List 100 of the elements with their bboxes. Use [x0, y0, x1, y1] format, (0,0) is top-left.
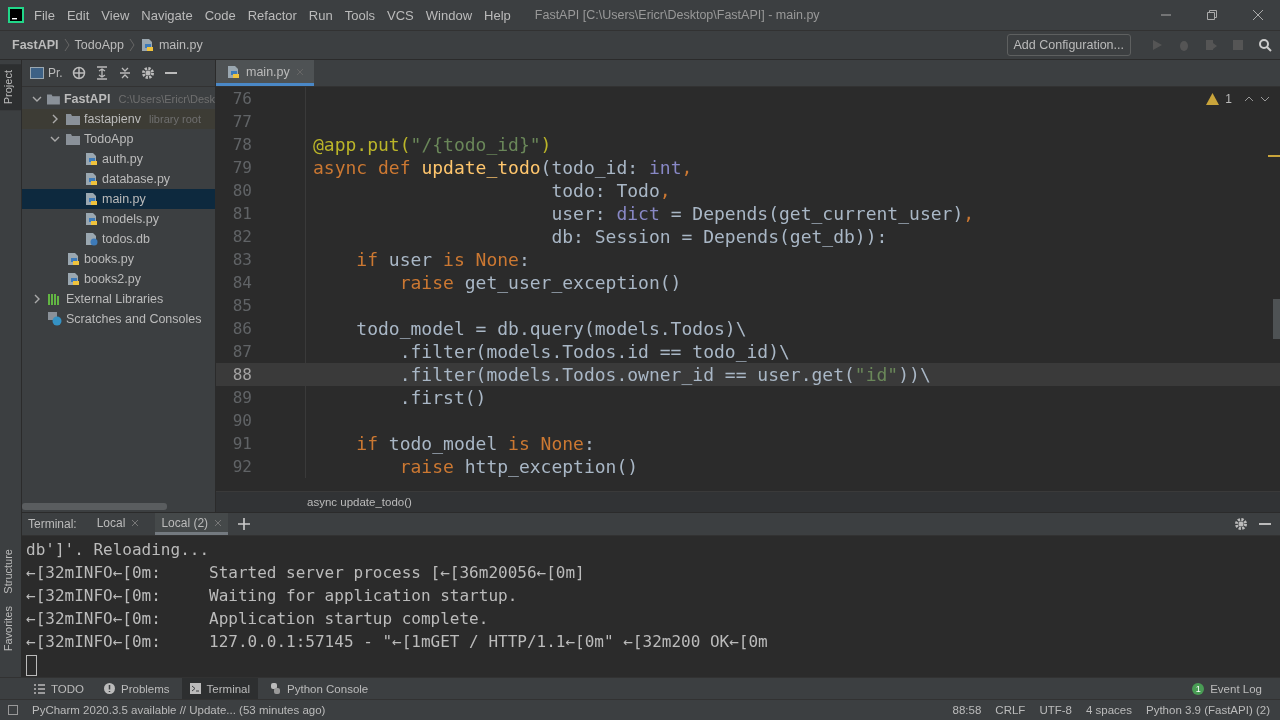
search-icon[interactable]: [1258, 38, 1272, 52]
chevron-icon: [63, 38, 70, 52]
problems-icon: [104, 683, 115, 694]
scrollbar-thumb[interactable]: [22, 503, 167, 510]
menu-item[interactable]: Run: [308, 7, 333, 23]
tree-item[interactable]: models.py: [22, 209, 215, 229]
terminal-label: Terminal:: [28, 517, 77, 531]
tree-item[interactable]: main.py: [22, 189, 215, 209]
layout-icon[interactable]: [8, 705, 18, 715]
tree-item[interactable]: todos.db: [22, 229, 215, 249]
add-icon[interactable]: [238, 518, 251, 530]
list-icon: [34, 683, 45, 694]
code-line: if user is None:: [355, 248, 530, 271]
python-file-icon: [226, 64, 240, 79]
event-log-button[interactable]: 1 Event Log: [1184, 678, 1270, 699]
scrollbar-thumb[interactable]: [1273, 299, 1280, 339]
line-number: 79: [231, 157, 252, 179]
menu-item[interactable]: Help: [484, 7, 511, 23]
tree-item[interactable]: TodoApp: [22, 129, 215, 149]
menu-item[interactable]: File: [34, 7, 55, 23]
menu-item[interactable]: Tools: [344, 7, 376, 23]
python-file-icon: [84, 192, 98, 206]
code-line: raise get_user_exception(): [398, 271, 682, 294]
python-file-icon: [66, 272, 80, 286]
line-number: 78: [231, 134, 252, 156]
python-file-icon: [84, 172, 98, 186]
folder-icon: [47, 93, 60, 105]
settings-icon[interactable]: [140, 66, 155, 80]
status-item[interactable]: Python 3.9 (FastAPI) (2): [1146, 704, 1270, 716]
target-icon[interactable]: [71, 66, 86, 80]
terminal-line: db']'. Reloading...: [26, 539, 211, 561]
line-number: 89: [231, 387, 252, 409]
panel-icon: [30, 67, 44, 79]
unknown-file-icon: [84, 232, 98, 246]
status-item[interactable]: CRLF: [995, 704, 1026, 716]
terminal-line: ←[32mINFO←[0m: Started server process [←[36m20056←[0m]: [26, 562, 586, 584]
status-item[interactable]: 88:58: [952, 704, 982, 716]
breadcrumb[interactable]: FastAPI: [12, 38, 59, 52]
tool-window-tab[interactable]: Project: [0, 64, 21, 111]
status-item[interactable]: 4 spaces: [1085, 704, 1132, 716]
tree-item-label: Scratches and Consoles: [66, 312, 202, 326]
folder-icon: [66, 113, 80, 125]
terminal-tab[interactable]: Local (2): [155, 513, 229, 535]
tool-window-tab[interactable]: Structure: [0, 543, 21, 600]
scratches-icon: [48, 312, 62, 326]
restore-icon[interactable]: [1206, 9, 1218, 21]
code-line: @app.put("/{todo_id}"): [312, 133, 552, 156]
menu-item[interactable]: VCS: [387, 7, 414, 23]
editor-tab[interactable]: main.py: [216, 60, 314, 86]
collapse-all-icon[interactable]: [117, 66, 132, 80]
menu-item[interactable]: Edit: [66, 7, 90, 23]
terminal-tab[interactable]: Local: [90, 513, 146, 535]
add-configuration-button[interactable]: Add Configuration...: [1006, 34, 1131, 56]
libraries-icon: [48, 293, 62, 305]
tree-item[interactable]: External Libraries: [22, 289, 215, 309]
line-number: 80: [231, 180, 252, 202]
line-number: 77: [231, 111, 252, 133]
tree-item[interactable]: auth.py: [22, 149, 215, 169]
line-number: 88: [231, 364, 252, 386]
tree-item[interactable]: books.py: [22, 249, 215, 269]
status-item[interactable]: UTF-8: [1039, 704, 1072, 716]
tree-item-label: External Libraries: [66, 292, 164, 306]
code-line: .filter(models.Todos.owner_id == user.get("id"))\: [398, 363, 931, 386]
breadcrumb[interactable]: main.py: [158, 38, 203, 52]
tree-item[interactable]: Scratches and Consoles: [22, 309, 215, 329]
tool-window-button[interactable]: TODO: [26, 678, 92, 699]
tree-item-label: database.py: [102, 172, 171, 186]
status-message[interactable]: PyCharm 2020.3.5 available // Update... (53 minutes ago): [32, 704, 326, 716]
expand-all-icon[interactable]: [94, 66, 109, 80]
tool-window-button[interactable]: Python Console: [262, 678, 377, 699]
menu-item[interactable]: Navigate: [141, 7, 193, 23]
event-count-badge: 1: [1192, 682, 1205, 695]
settings-icon[interactable]: [1234, 517, 1248, 531]
line-number: 81: [231, 203, 252, 225]
line-number: 83: [231, 249, 252, 271]
warning-count[interactable]: 1: [1225, 92, 1232, 106]
warning-icon: [1206, 93, 1220, 105]
line-number: 85: [231, 295, 252, 317]
warning-marker: [1268, 155, 1280, 157]
code-context: async update_todo(): [307, 496, 412, 508]
menu-item[interactable]: Code: [204, 7, 236, 23]
tool-window-button[interactable]: Terminal: [181, 678, 259, 699]
menu-item[interactable]: Window: [425, 7, 473, 23]
project-view-dropdown[interactable]: Pr.: [48, 66, 63, 80]
close-icon[interactable]: [131, 518, 140, 527]
close-icon[interactable]: [1252, 9, 1264, 21]
menu-item[interactable]: Refactor: [247, 7, 297, 23]
tree-item-label: main.py: [102, 192, 146, 206]
line-number: 76: [231, 88, 252, 110]
tree-item[interactable]: database.py: [22, 169, 215, 189]
tree-item-label: models.py: [102, 212, 159, 226]
tool-window-button[interactable]: Problems: [96, 678, 178, 699]
tool-window-tab[interactable]: Favorites: [0, 599, 21, 657]
menu-item[interactable]: View: [101, 7, 130, 23]
terminal-line: ←[32mINFO←[0m: 127.0.0.1:57145 - "←[1mGET / HTTP/1.1←[0m" ←[32m200 OK←[0m: [26, 631, 769, 653]
code-line: .first(): [398, 386, 487, 409]
folder-icon: [66, 133, 80, 145]
code-line: raise http_exception(): [398, 455, 639, 478]
tree-item[interactable]: books2.py: [22, 269, 215, 289]
breadcrumb[interactable]: TodoApp: [74, 38, 124, 52]
